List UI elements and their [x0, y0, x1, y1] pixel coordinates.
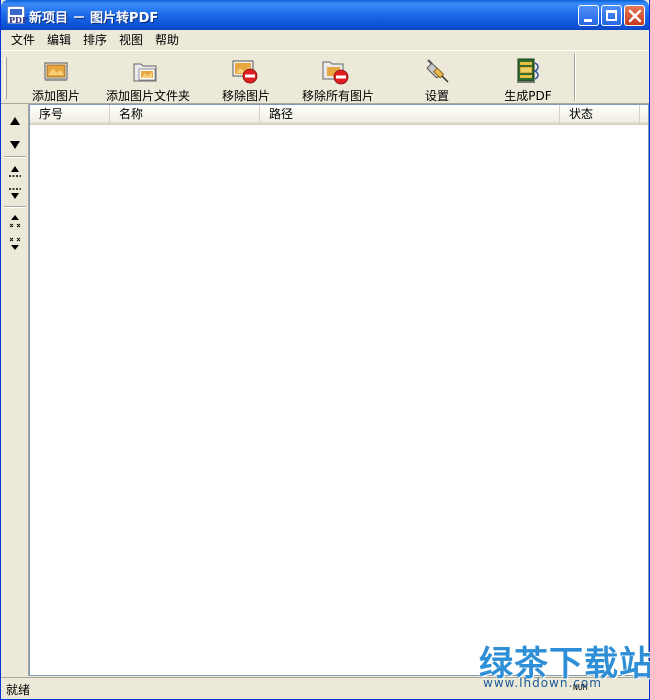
sidebar-separator: [4, 156, 26, 158]
title-bar[interactable]: PDF 新项目 － 图片转PDF: [1, 0, 649, 30]
generate-pdf-button[interactable]: 生成PDF: [499, 55, 557, 103]
app-window: PDF 新项目 － 图片转PDF 文件 编辑 排序 视图 帮助 添加图片 添加图…: [0, 0, 650, 700]
generate-pdf-label: 生成PDF: [504, 89, 552, 103]
image-list[interactable]: 序号 名称 路径 状态: [29, 104, 649, 676]
collapse-up-button[interactable]: [5, 212, 25, 232]
add-image-label: 添加图片: [31, 89, 80, 103]
settings-button[interactable]: 设置: [413, 55, 461, 103]
app-pdf-icon[interactable]: PDF: [7, 6, 28, 25]
menu-bar: 文件 编辑 排序 视图 帮助: [1, 30, 649, 50]
move-bottom-icon: [9, 188, 21, 199]
add-image-button[interactable]: 添加图片: [23, 55, 89, 103]
collapse-down-icon: [9, 237, 21, 250]
column-header-status[interactable]: 状态: [560, 105, 640, 124]
menu-view[interactable]: 视图: [117, 32, 145, 48]
order-sidebar: [1, 104, 29, 676]
minimize-button[interactable]: [578, 5, 599, 26]
sidebar-separator: [4, 206, 26, 208]
toolbar-separator: [574, 53, 576, 101]
close-icon: [628, 9, 642, 23]
remove-all-icon: [322, 61, 349, 85]
move-down-button[interactable]: [5, 134, 25, 154]
settings-icon: [426, 59, 449, 83]
remove-all-images-button[interactable]: 移除所有图片: [297, 55, 379, 103]
menu-help[interactable]: 帮助: [153, 32, 181, 48]
toolbar: 添加图片 添加图片文件夹 移除图片 移除所有图片 设置 生成PDF: [1, 50, 649, 104]
column-header-path[interactable]: 路径: [260, 105, 560, 124]
menu-edit[interactable]: 编辑: [45, 32, 73, 48]
move-up-button[interactable]: [5, 112, 25, 132]
maximize-icon: [606, 10, 617, 21]
collapse-down-button[interactable]: [5, 234, 25, 254]
minimize-icon: [584, 19, 592, 22]
remove-image-icon: [232, 60, 258, 84]
column-header-name[interactable]: 名称: [110, 105, 260, 124]
app-icon-label: PDF: [9, 15, 28, 25]
close-button[interactable]: [624, 5, 645, 26]
add-image-icon: [44, 62, 68, 81]
add-folder-icon: [133, 63, 157, 82]
move-bottom-button[interactable]: [5, 184, 25, 204]
settings-label: 设置: [424, 89, 449, 103]
menu-sort[interactable]: 排序: [81, 32, 109, 48]
remove-image-button[interactable]: 移除图片: [215, 55, 277, 103]
generate-pdf-icon: [517, 58, 539, 83]
move-top-button[interactable]: [5, 162, 25, 182]
add-folder-button[interactable]: 添加图片文件夹: [103, 55, 193, 103]
move-down-icon: [10, 141, 20, 149]
maximize-button[interactable]: [601, 5, 622, 26]
list-header: 序号 名称 路径 状态: [30, 105, 648, 125]
toolbar-grip[interactable]: [4, 57, 7, 99]
move-top-icon: [9, 166, 21, 177]
remove-all-images-label: 移除所有图片: [301, 89, 374, 103]
menu-file[interactable]: 文件: [9, 32, 37, 48]
add-folder-label: 添加图片文件夹: [105, 89, 190, 103]
remove-image-label: 移除图片: [221, 89, 270, 103]
collapse-up-icon: [9, 215, 21, 228]
column-header-index[interactable]: 序号: [30, 105, 110, 124]
move-up-icon: [10, 117, 20, 125]
window-title: 新项目 － 图片转PDF: [29, 11, 159, 26]
status-bar: 就绪 NUM: [1, 677, 649, 699]
num-lock-indicator: NUM: [573, 683, 588, 692]
status-text: 就绪: [6, 683, 31, 697]
